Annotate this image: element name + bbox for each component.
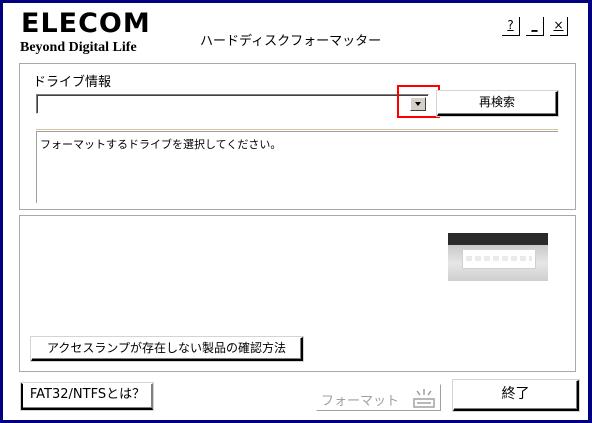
minimize-icon: _ — [531, 18, 538, 32]
status-message: フォーマットするドライブを選択してください。 — [40, 138, 282, 151]
exit-button-label: 終了 — [501, 386, 530, 402]
status-message-box: フォーマットするドライブを選択してください。 — [36, 131, 558, 203]
access-lamp-image — [448, 233, 548, 281]
help-icon: ? — [507, 18, 514, 32]
brand-tagline: Beyond Digital Life — [20, 40, 137, 55]
drive-lamp-icon — [413, 389, 435, 408]
separator-line — [36, 129, 558, 130]
lamp-light-bar — [462, 249, 536, 269]
rescan-button-label: 再検索 — [478, 95, 515, 109]
main-window: ELECOM Beyond Digital Life ハードディスクフォーマッタ… — [3, 3, 588, 420]
help-button[interactable]: ? — [502, 17, 520, 36]
elecom-logo: ELECOM — [21, 8, 151, 39]
format-button-label: フォーマット — [321, 394, 400, 409]
exit-button[interactable]: 終了 — [453, 380, 579, 411]
fat32-ntfs-info-label: FAT32/NTFSとは？ — [29, 387, 146, 402]
format-button[interactable]: フォーマット — [316, 384, 441, 411]
minimize-button[interactable]: _ — [526, 17, 544, 36]
lamp-check-method-label: アクセスランプが存在しない製品の確認方法 — [46, 341, 287, 355]
close-button[interactable]: × — [550, 17, 568, 36]
dropdown-highlight-box — [397, 85, 440, 118]
app-title: ハードディスクフォーマッター — [200, 34, 382, 49]
lamp-check-method-button[interactable]: アクセスランプが存在しない製品の確認方法 — [31, 337, 303, 361]
fat32-ntfs-info-button[interactable]: FAT32/NTFSとは？ — [21, 383, 153, 410]
drive-info-label: ドライブ情報 — [33, 75, 112, 90]
drive-select[interactable] — [36, 94, 429, 114]
rescan-button[interactable]: 再検索 — [437, 91, 558, 116]
close-icon: × — [553, 18, 564, 32]
